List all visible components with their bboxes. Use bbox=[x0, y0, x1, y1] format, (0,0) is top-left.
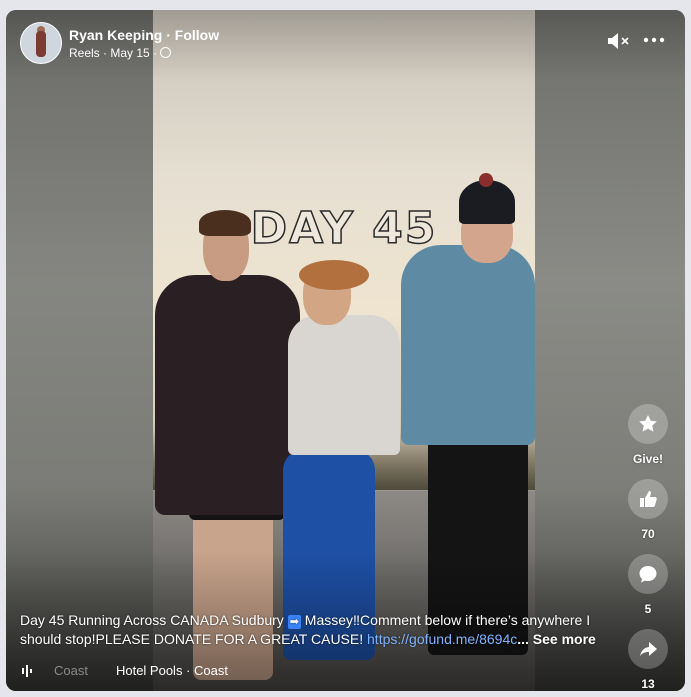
give-star-icon bbox=[628, 404, 668, 444]
more-options-icon[interactable] bbox=[642, 30, 666, 50]
avatar[interactable] bbox=[20, 22, 62, 64]
arrow-emoji-icon: ➡ bbox=[287, 615, 301, 629]
comment-count: 5 bbox=[644, 602, 652, 616]
share-button[interactable]: 13 bbox=[628, 629, 668, 691]
post-header: Ryan Keeping · Follow Reels · May 15 · bbox=[20, 22, 219, 64]
like-button[interactable]: 70 bbox=[628, 479, 668, 541]
comment-bubble-icon bbox=[628, 554, 668, 594]
reel-post-card: DAY 45 Ryan Keeping · Follow Reels · May… bbox=[6, 10, 685, 691]
give-button[interactable]: Give! bbox=[628, 404, 668, 466]
like-thumb-icon bbox=[628, 479, 668, 519]
donation-link[interactable]: https://gofund.me/8694c bbox=[367, 631, 517, 647]
audio-title: Hotel Pools · Coast bbox=[115, 663, 228, 678]
audio-track[interactable]: Coast Hotel Pools · Coast bbox=[20, 663, 228, 678]
audio-muted-icon[interactable] bbox=[606, 30, 632, 52]
post-meta: Reels · May 15 · bbox=[69, 45, 158, 60]
video-overlay-text: DAY 45 bbox=[250, 202, 438, 255]
post-caption: Day 45 Running Across CANADA Sudbury ➡ M… bbox=[20, 612, 596, 647]
comment-button[interactable]: 5 bbox=[628, 554, 668, 616]
share-arrow-icon bbox=[628, 629, 668, 669]
see-more-link[interactable]: ... See more bbox=[517, 631, 596, 647]
audio-waveform-icon bbox=[22, 664, 32, 677]
reel-action-bar: Give! 70 5 13 bbox=[628, 404, 668, 691]
globe-icon bbox=[160, 47, 172, 58]
author-name-follow[interactable]: Ryan Keeping · Follow bbox=[69, 27, 219, 43]
audio-title-faded: Coast bbox=[54, 663, 88, 678]
share-count: 13 bbox=[641, 677, 655, 691]
like-count: 70 bbox=[641, 527, 655, 541]
give-label: Give! bbox=[632, 452, 663, 466]
